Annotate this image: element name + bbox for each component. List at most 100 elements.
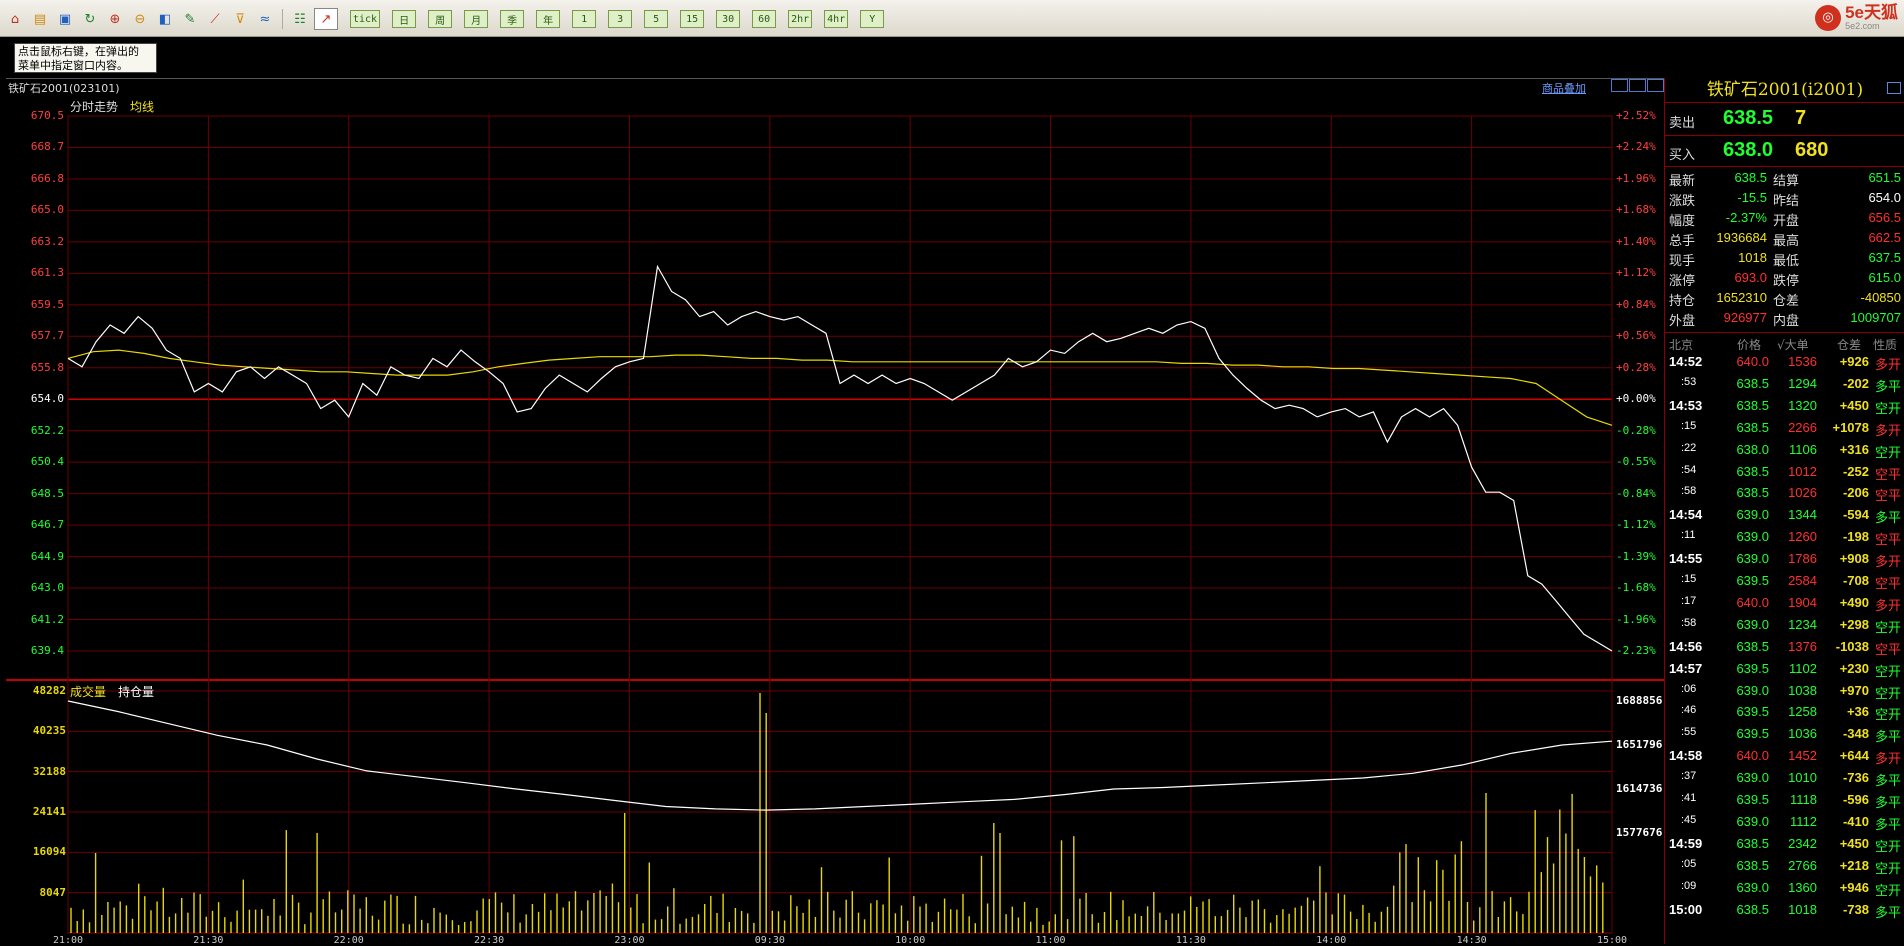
tick-oi-change: +450 — [1839, 397, 1869, 413]
tick-price: 639.0 — [1736, 682, 1769, 698]
tick-volume: 1118 — [1790, 792, 1817, 807]
tick-volume: 1026 — [1788, 485, 1817, 501]
stat-label: 外盘 — [1669, 314, 1696, 329]
bid-label: 买入 — [1669, 148, 1696, 163]
tick-price: 639.0 — [1736, 879, 1769, 895]
tick-volume: 1360 — [1788, 879, 1817, 895]
volume-axis-label: 32188 — [32, 764, 66, 778]
stat-value: 1936684 — [1716, 230, 1767, 245]
stat-value: 615.0 — [1868, 270, 1901, 285]
tick-time: 14:54 — [1669, 507, 1703, 523]
oi-axis-label: 1577676 — [1616, 826, 1663, 839]
tick-oi-change: -1038 — [1835, 638, 1869, 654]
tick-type: 空平 — [1875, 488, 1902, 504]
stat-label: 开盘 — [1773, 214, 1800, 229]
tick-volume: 1112 — [1790, 813, 1817, 829]
pct-axis-label: +0.56% — [1616, 329, 1656, 343]
time-axis-label: 21:30 — [193, 935, 224, 946]
stat-value: 651.5 — [1868, 170, 1901, 185]
tick-volume: 1038 — [1788, 682, 1817, 698]
tick-oi-change: -738 — [1842, 901, 1869, 917]
pct-axis-label: +1.68% — [1616, 203, 1656, 217]
tick-oi-change: -736 — [1842, 770, 1869, 786]
stat-value: -2.37% — [1725, 210, 1767, 225]
tick-time: :37 — [1681, 770, 1697, 783]
oi-axis-label: 1614736 — [1616, 782, 1663, 795]
time-axis-label: 09:30 — [754, 935, 785, 946]
price-axis-label: 670.5 — [30, 109, 64, 122]
tick-type: 空开 — [1875, 707, 1902, 723]
stat-value: 656.5 — [1868, 210, 1901, 225]
stat-value: 637.5 — [1868, 250, 1901, 265]
tick-oi-change: -198 — [1842, 529, 1869, 545]
stat-label: 最新 — [1669, 174, 1696, 189]
tick-time: :22 — [1681, 441, 1697, 454]
tick-oi-change: -410 — [1842, 813, 1869, 829]
tick-header-type: 性质 — [1873, 338, 1898, 352]
tick-volume: 1260 — [1788, 529, 1817, 545]
stat-value: 1009707 — [1850, 310, 1901, 325]
price-axis-label: 668.7 — [30, 140, 64, 154]
volume-axis-label: 24141 — [32, 805, 66, 818]
time-axis-label: 11:30 — [1175, 935, 1206, 946]
time-axis-label: 22:00 — [333, 935, 364, 946]
tick-type: 空开 — [1875, 400, 1902, 416]
tick-type: 空平 — [1875, 466, 1902, 482]
tick-oi-change: -708 — [1842, 573, 1869, 588]
ask-volume: 7 — [1795, 107, 1807, 129]
tick-volume: 1012 — [1788, 463, 1817, 479]
stat-label: 跌停 — [1773, 274, 1800, 289]
tick-time: 14:58 — [1669, 748, 1703, 764]
tick-type: 空平 — [1875, 532, 1902, 548]
tick-oi-change: -202 — [1842, 375, 1869, 391]
intraday-chart[interactable] — [0, 0, 1664, 944]
tick-type: 空开 — [1875, 882, 1902, 898]
tick-type: 多开 — [1875, 751, 1902, 767]
tick-price: 639.5 — [1736, 704, 1769, 720]
price-axis-label: 648.5 — [30, 486, 64, 500]
quote-title: 铁矿石2001(i2001) — [1706, 80, 1864, 100]
tick-price: 638.5 — [1736, 463, 1769, 479]
tick-volume: 1234 — [1788, 616, 1817, 632]
tick-time: 15:00 — [1669, 901, 1703, 917]
tick-oi-change: -348 — [1842, 726, 1869, 742]
pct-axis-label: +2.24% — [1616, 140, 1656, 154]
tick-type: 多开 — [1875, 597, 1902, 613]
stat-label: 内盘 — [1773, 314, 1800, 329]
ask-row: 卖出 638.5 7 — [1665, 104, 1904, 134]
tick-volume: 1904 — [1788, 594, 1817, 610]
pct-axis-label: -1.39% — [1616, 549, 1656, 563]
tick-type: 多平 — [1875, 904, 1902, 920]
stat-value: 1018 — [1738, 250, 1767, 265]
tick-volume: 1786 — [1788, 551, 1817, 567]
stat-value: 1652310 — [1716, 290, 1767, 305]
tick-volume: 1102 — [1789, 660, 1817, 676]
tick-price: 639.0 — [1736, 529, 1769, 545]
tick-volume: 1036 — [1788, 726, 1817, 742]
tick-price: 639.5 — [1736, 792, 1769, 807]
tick-oi-change: +970 — [1839, 682, 1869, 698]
stat-label: 最高 — [1773, 234, 1800, 249]
tick-price: 638.5 — [1736, 901, 1769, 917]
price-axis-label: 644.9 — [30, 549, 64, 563]
tick-oi-change: -596 — [1842, 792, 1869, 807]
tick-header-price: 价格 — [1737, 338, 1762, 352]
tick-volume: 1258 — [1788, 704, 1817, 720]
tick-volume: 2584 — [1788, 573, 1817, 588]
tick-volume: 1106 — [1789, 441, 1817, 457]
tick-oi-change: +908 — [1839, 551, 1869, 567]
tick-volume: 2342 — [1788, 835, 1817, 851]
tick-oi-change: +644 — [1839, 748, 1869, 764]
tick-volume: 1294 — [1788, 375, 1817, 391]
tick-price: 638.0 — [1736, 441, 1769, 457]
tick-oi-change: +946 — [1839, 879, 1869, 895]
tick-price: 639.5 — [1736, 726, 1769, 742]
tick-time: :09 — [1681, 879, 1697, 892]
tick-oi-change: +450 — [1839, 835, 1869, 851]
price-axis-label: 639.4 — [30, 644, 64, 657]
panel-switch-icon[interactable] — [1887, 82, 1901, 94]
stat-label: 结算 — [1773, 174, 1800, 189]
pct-axis-label: -1.68% — [1616, 581, 1656, 595]
stat-label: 涨跌 — [1669, 194, 1696, 209]
stat-label: 持仓 — [1669, 294, 1696, 309]
